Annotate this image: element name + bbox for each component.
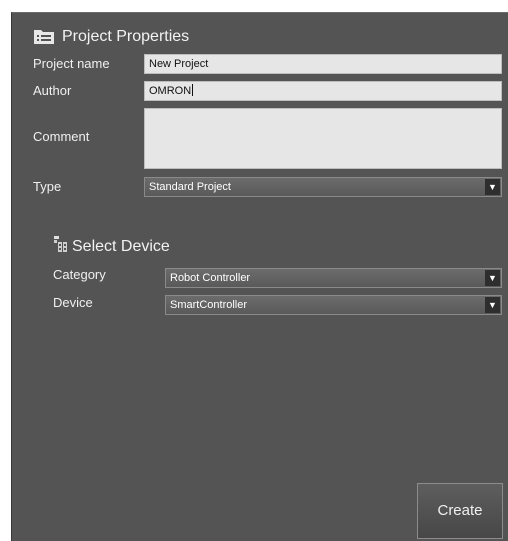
category-label: Category <box>53 267 106 282</box>
project-name-input[interactable]: New Project <box>144 54 502 74</box>
category-dropdown[interactable]: Robot Controller ▼ <box>165 268 502 288</box>
project-name-value: New Project <box>149 58 209 70</box>
text-caret <box>192 84 194 96</box>
create-button[interactable]: Create <box>417 483 503 539</box>
project-properties-icon <box>33 27 55 45</box>
chevron-down-icon[interactable]: ▼ <box>485 270 500 286</box>
comment-label: Comment <box>33 129 90 144</box>
project-properties-panel: Project Properties Project name New Proj… <box>11 12 508 541</box>
type-dropdown[interactable]: Standard Project ▼ <box>144 177 502 197</box>
project-name-label: Project name <box>33 56 110 71</box>
category-selected-value: Robot Controller <box>170 272 251 284</box>
project-properties-title: Project Properties <box>62 28 190 45</box>
device-dropdown[interactable]: SmartController ▼ <box>165 295 502 315</box>
type-label: Type <box>33 179 62 194</box>
author-input[interactable]: OMRON <box>144 81 502 101</box>
author-label: Author <box>33 83 72 98</box>
device-tree-icon <box>53 235 69 253</box>
device-label: Device <box>53 295 93 310</box>
chevron-down-icon[interactable]: ▼ <box>485 179 500 195</box>
type-selected-value: Standard Project <box>149 181 231 193</box>
device-selected-value: SmartController <box>170 299 248 311</box>
author-value: OMRON <box>149 85 192 97</box>
select-device-title: Select Device <box>72 238 170 255</box>
comment-textarea[interactable] <box>144 108 502 169</box>
chevron-down-icon[interactable]: ▼ <box>485 297 500 313</box>
